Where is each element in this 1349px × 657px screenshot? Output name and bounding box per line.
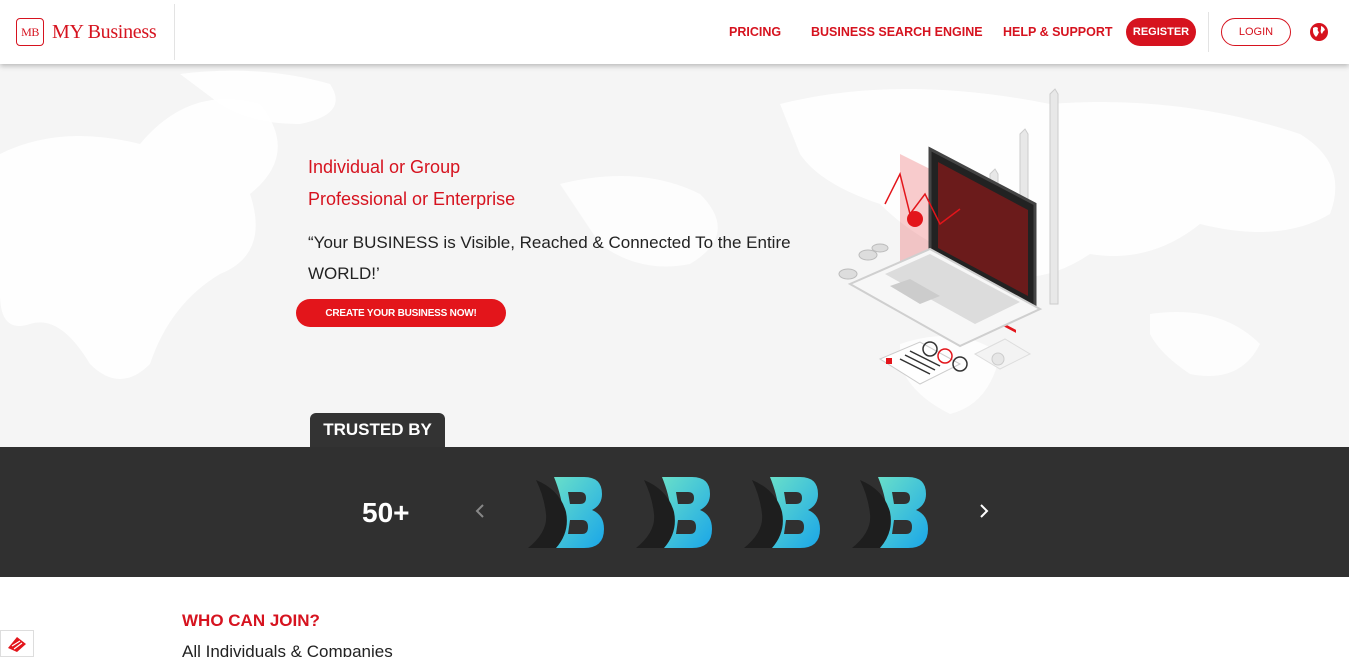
brand-mark-icon: MB (16, 18, 44, 46)
carousel-prev-icon[interactable] (472, 501, 488, 521)
nav-divider (1208, 12, 1209, 52)
hero-line-individual: Individual or Group (308, 157, 461, 177)
trusted-by-band: 50+ (0, 447, 1349, 577)
map-widget-icon (8, 636, 26, 652)
trusted-by-tab: TRUSTED BY (310, 413, 445, 447)
partner-logo-icon (636, 477, 712, 548)
who-can-join-subtitle: All Individuals & Companies (182, 642, 393, 657)
globe-icon[interactable] (1309, 22, 1329, 42)
trusted-count: 50+ (362, 497, 410, 528)
brand-name: MY Business (52, 20, 157, 43)
nav-help-support-link[interactable]: HELP & SUPPORT (1003, 25, 1113, 39)
carousel-next-icon[interactable] (976, 501, 992, 521)
register-button[interactable]: REGISTER (1126, 18, 1196, 46)
partner-logo-icon (852, 477, 928, 548)
header-divider (174, 4, 175, 60)
hero-section: Individual or Group Professional or Ente… (0, 64, 1349, 447)
hero-line-professional: Professional or Enterprise (308, 189, 516, 209)
floating-widget-button[interactable] (0, 630, 34, 657)
partner-logo-icon (528, 477, 604, 548)
brand-logo[interactable]: MB MY Business (16, 18, 157, 46)
nav-business-search-link[interactable]: BUSINESS SEARCH ENGINE (811, 25, 983, 39)
who-can-join-heading: WHO CAN JOIN? (182, 611, 320, 630)
hero-quote: “Your BUSINESS is Visible, Reached & Con… (308, 233, 791, 283)
login-button[interactable]: LOGIN (1221, 18, 1291, 46)
partner-logo-icon (744, 477, 820, 548)
create-business-button[interactable]: CREATE YOUR BUSINESS NOW! (296, 299, 506, 327)
laptop-analytics-illustration (838, 88, 1059, 385)
top-header: MB MY Business PRICING BUSINESS SEARCH E… (0, 0, 1349, 64)
nav-pricing-link[interactable]: PRICING (729, 25, 781, 39)
